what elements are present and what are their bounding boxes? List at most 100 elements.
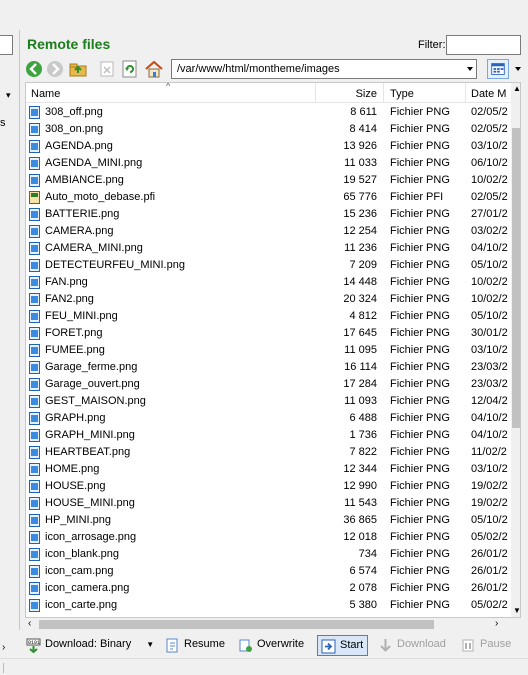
file-name: CAMERA_MINI.png [45, 242, 143, 254]
file-size: 4 812 [349, 310, 377, 322]
column-header-size[interactable]: Size [322, 88, 377, 100]
table-row[interactable]: GRAPH_MINI.png 1 736 Fichier PNG 04/10/2 [26, 427, 511, 444]
scroll-thumb[interactable] [512, 128, 520, 428]
file-date: 02/05/2 [471, 123, 508, 135]
overwrite-button[interactable]: Overwrite [235, 635, 308, 656]
table-row[interactable]: HP_MINI.png 36 865 Fichier PNG 05/10/2 [26, 512, 511, 529]
status-grip [3, 663, 4, 673]
table-row[interactable]: FAN2.png 20 324 Fichier PNG 10/02/2 [26, 291, 511, 308]
file-size: 1 736 [349, 429, 377, 441]
scroll-right-icon[interactable]: › [495, 618, 498, 629]
table-row[interactable]: GRAPH.png 6 488 Fichier PNG 04/10/2 [26, 410, 511, 427]
start-button[interactable]: Start [317, 635, 369, 656]
file-date: 19/02/2 [471, 497, 508, 509]
file-size: 8 611 [350, 106, 377, 118]
ftp-client-window: ▾ s › Remote files Filter: /var/www/html… [0, 0, 528, 675]
table-row[interactable]: AGENDA.png 13 926 Fichier PNG 03/10/2 [26, 138, 511, 155]
chevron-down-icon[interactable]: ▾ [6, 90, 16, 100]
parent-folder-icon[interactable] [69, 60, 87, 78]
table-row[interactable]: CAMERA_MINI.png 11 236 Fichier PNG 04/10/2 [26, 240, 511, 257]
scroll-left-icon[interactable]: ‹ [28, 618, 31, 629]
png-file-icon [29, 327, 40, 340]
chevron-down-icon[interactable] [467, 67, 473, 71]
home-icon[interactable] [145, 60, 163, 78]
back-icon[interactable] [25, 60, 43, 78]
png-file-icon [29, 412, 40, 425]
chevron-down-icon[interactable] [515, 67, 521, 71]
table-row[interactable]: HOME.png 12 344 Fichier PNG 03/10/2 [26, 461, 511, 478]
scroll-down-icon[interactable]: ▼ [513, 606, 520, 615]
table-row[interactable]: HOUSE.png 12 990 Fichier PNG 19/02/2 [26, 478, 511, 495]
table-row[interactable]: HEARTBEAT.png 7 822 Fichier PNG 11/02/2 [26, 444, 511, 461]
file-size: 11 093 [344, 395, 377, 407]
refresh-icon[interactable] [121, 60, 139, 78]
file-date: 03/02/2 [471, 225, 508, 237]
chevron-down-icon[interactable]: ▼ [146, 640, 154, 649]
column-header-type[interactable]: Type [390, 88, 414, 100]
table-row[interactable]: Garage_ferme.png 16 114 Fichier PNG 23/03/2 [26, 359, 511, 376]
table-row[interactable]: AGENDA_MINI.png 11 033 Fichier PNG 06/10/2 [26, 155, 511, 172]
file-date: 26/01/2 [471, 548, 508, 560]
png-file-icon [29, 463, 40, 476]
table-row[interactable]: FAN.png 14 448 Fichier PNG 10/02/2 [26, 274, 511, 291]
column-header-date[interactable]: Date M [471, 88, 506, 100]
file-date: 05/02/2 [471, 599, 508, 611]
file-size: 65 776 [343, 191, 377, 203]
column-header-name[interactable]: Name [31, 88, 60, 100]
remote-path-input[interactable]: /var/www/html/montheme/images [171, 59, 477, 79]
scroll-right-icon[interactable]: › [2, 642, 5, 653]
download-button[interactable]: Download [375, 635, 450, 656]
table-row[interactable]: icon_cam.png 6 574 Fichier PNG 26/01/2 [26, 563, 511, 580]
horizontal-scrollbar[interactable]: ‹ › [25, 618, 521, 631]
table-row[interactable]: GEST_MAISON.png 11 093 Fichier PNG 12/04/2 [26, 393, 511, 410]
column-divider[interactable] [465, 83, 466, 103]
file-name: GRAPH.png [45, 412, 106, 424]
table-row[interactable]: 308_off.png 8 611 Fichier PNG 02/05/2 [26, 104, 511, 121]
local-path-input-edge[interactable] [0, 35, 13, 55]
table-row[interactable]: 308_on.png 8 414 Fichier PNG 02/05/2 [26, 121, 511, 138]
local-pane-edge: ▾ s › [0, 30, 20, 653]
table-row[interactable]: FUMEE.png 11 095 Fichier PNG 03/10/2 [26, 342, 511, 359]
pause-button[interactable]: Pause [458, 635, 515, 656]
table-row[interactable]: FORET.png 17 645 Fichier PNG 30/01/2 [26, 325, 511, 342]
table-row[interactable]: icon_camera.png 2 078 Fichier PNG 26/01/2 [26, 580, 511, 597]
filter-input[interactable] [446, 35, 521, 55]
file-name: Auto_moto_debase.pfi [45, 191, 156, 203]
table-row[interactable]: FEU_MINI.png 4 812 Fichier PNG 05/10/2 [26, 308, 511, 325]
table-row[interactable]: AMBIANCE.png 19 527 Fichier PNG 10/02/2 [26, 172, 511, 189]
table-row[interactable]: icon_arrosage.png 12 018 Fichier PNG 05/02/… [26, 529, 511, 546]
file-date: 10/02/2 [471, 276, 508, 288]
png-file-icon [29, 242, 40, 255]
png-file-icon [29, 174, 40, 187]
table-row[interactable]: icon_blank.png 734 Fichier PNG 26/01/2 [26, 546, 511, 563]
table-row[interactable]: HOUSE_MINI.png 11 543 Fichier PNG 19/02/2 [26, 495, 511, 512]
table-row[interactable]: DETECTEURFEU_MINI.png 7 209 Fichier PNG 05/… [26, 257, 511, 274]
file-date: 10/02/2 [471, 293, 508, 305]
download-label: Download [397, 638, 446, 650]
table-row[interactable]: Auto_moto_debase.pfi 65 776 Fichier PFI 02/… [26, 189, 511, 206]
file-type: Fichier PFI [390, 191, 444, 203]
download-mode-button[interactable]: 0101 Download: Binary ▼ [23, 635, 158, 656]
table-row[interactable]: Garage_ouvert.png 17 284 Fichier PNG 23/03/… [26, 376, 511, 393]
delete-icon[interactable] [98, 60, 116, 78]
table-row[interactable]: CAMERA.png 12 254 Fichier PNG 03/02/2 [26, 223, 511, 240]
resume-button[interactable]: Resume [162, 635, 229, 656]
file-size: 11 033 [344, 157, 377, 169]
table-row[interactable]: BATTERIE.png 15 236 Fichier PNG 27/01/2 [26, 206, 511, 223]
file-name: FUMEE.png [45, 344, 105, 356]
view-mode-icon[interactable] [487, 59, 509, 79]
status-bar [0, 658, 528, 675]
file-type: Fichier PNG [390, 310, 450, 322]
resume-icon [166, 638, 178, 653]
file-name: icon_camera.png [45, 582, 130, 594]
download-icon [380, 639, 391, 652]
vertical-scrollbar[interactable]: ▲ ▼ [511, 83, 520, 617]
forward-icon[interactable] [46, 60, 64, 78]
column-divider[interactable] [383, 83, 384, 103]
column-divider[interactable] [315, 83, 316, 103]
scroll-up-icon[interactable]: ▲ [513, 84, 520, 93]
table-row[interactable]: icon_carte.png 5 380 Fichier PNG 05/02/2 [26, 597, 511, 614]
scroll-thumb[interactable] [39, 620, 434, 629]
file-type: Fichier PNG [390, 174, 450, 186]
file-size: 17 284 [343, 378, 377, 390]
